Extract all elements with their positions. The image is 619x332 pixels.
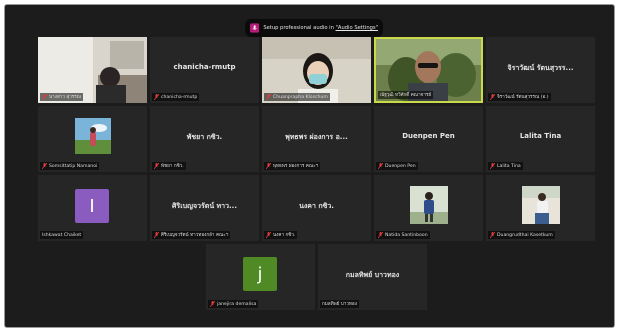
participant-name-label: Somsittatip Namanoi (40, 162, 100, 170)
participant-name-label: Ishkawat Chaiket (40, 231, 84, 239)
participant-tile[interactable]: j janejira demalisa (206, 244, 315, 310)
muted-mic-icon (378, 232, 383, 238)
participant-name-label: chanicha-rmutp (152, 93, 200, 101)
participant-tile[interactable]: Chuanprapha Kloschum (262, 37, 371, 103)
participant-name-label: janejira demalisa (208, 300, 259, 308)
microphone-muted-icon (250, 23, 260, 33)
audio-settings-banner[interactable]: Setup professional audio in "Audio Setti… (245, 19, 383, 37)
avatar-initial: I (75, 189, 109, 223)
profile-photo (410, 186, 448, 224)
muted-mic-icon (154, 163, 159, 169)
participant-tile[interactable]: นางสาว สุวรรณ (38, 37, 147, 103)
participant-tile[interactable]: พุทธพร ผ่องการ อ... พุทธพร ผ่องการ คณะฯ (262, 106, 371, 172)
muted-mic-icon (490, 94, 495, 100)
participant-name-label: Duenpen Pen (376, 162, 418, 170)
participant-name: chanicha-rmutp (173, 63, 236, 72)
muted-mic-icon (266, 94, 271, 100)
participant-name: พุทธพร ผ่องการ อ... (285, 133, 348, 142)
participant-name-label: Natida Santinboon (376, 231, 430, 239)
banner-text: Setup professional audio in "Audio Setti… (263, 25, 378, 31)
participant-name: จิราวัฒน์ รัตนสุวรร... (507, 64, 574, 73)
muted-mic-icon (42, 163, 47, 169)
audio-settings-link[interactable]: "Audio Settings" (336, 25, 378, 31)
participant-tile[interactable]: I Ishkawat Chaiket (38, 175, 147, 241)
avatar-initial: j (243, 257, 277, 291)
participant-name-label: Lalita Tina (488, 162, 523, 170)
participant-name: นงคา กซิว. (299, 202, 334, 211)
participant-name-label: Duangrudthai Kasetkum (488, 231, 555, 239)
muted-mic-icon (378, 163, 383, 169)
participant-tile[interactable]: จิราวัฒน์ รัตนสุวรร... จิราวัฒน์ รัตนสุว… (486, 37, 595, 103)
participant-name: กมลทิพย์ บาวทอง (345, 271, 400, 280)
participant-name-label: พุทธพร ผ่องการ คณะฯ (264, 162, 321, 170)
muted-mic-icon (490, 163, 495, 169)
participant-name: Duenpen Pen (402, 132, 455, 141)
muted-mic-icon (266, 163, 271, 169)
muted-mic-icon (42, 94, 47, 100)
active-speaker-tile[interactable]: ณัฐวุฒิ ทวีศักดิ์ คณาจารย์ (374, 37, 483, 103)
participant-name: Lalita Tina (519, 132, 562, 141)
participant-tile[interactable]: ศิริเบญจวรัตน์ ทาว... ศิริเบญจวรัตน์ ทาว… (150, 175, 259, 241)
participant-name-label: พัชยา กซิว. (152, 162, 186, 170)
muted-mic-icon (154, 94, 159, 100)
muted-mic-icon (210, 301, 215, 307)
participant-name-label: ศิริเบญจวรัตน์ ทาวทองกล้า คณะฯ (152, 231, 231, 239)
participant-tile[interactable]: Natida Santinboon (374, 175, 483, 241)
muted-mic-icon (266, 232, 271, 238)
participant-tile[interactable]: chanicha-rmutp chanicha-rmutp (150, 37, 259, 103)
participant-name-label: ณัฐวุฒิ ทวีศักดิ์ คณาจารย์ (378, 91, 434, 99)
participant-name-label: นงคา กซิว. (264, 231, 298, 239)
meeting-window: Setup professional audio in "Audio Setti… (4, 4, 615, 328)
participant-tile[interactable]: นงคา กซิว. นงคา กซิว. (262, 175, 371, 241)
participant-name: พัชยา กซิว. (186, 133, 223, 142)
participant-name: ศิริเบญจวรัตน์ ทาว... (171, 202, 238, 211)
participant-name-label: นางสาว สุวรรณ (40, 93, 83, 101)
participant-tile[interactable]: Duenpen Pen Duenpen Pen (374, 106, 483, 172)
participant-tile[interactable]: พัชยา กซิว. พัชยา กซิว. (150, 106, 259, 172)
participant-tile[interactable]: Duangrudthai Kasetkum (486, 175, 595, 241)
participant-name-label: จิราวัฒน์ รัตนสุวรรณ (อ.) (488, 93, 551, 101)
participant-tile[interactable]: Somsittatip Namanoi (38, 106, 147, 172)
participant-tile[interactable]: Lalita Tina Lalita Tina (486, 106, 595, 172)
muted-mic-icon (490, 232, 495, 238)
muted-mic-icon (154, 232, 159, 238)
participant-name-label: กมลทิพย์ บาวทอง (320, 300, 359, 308)
participant-name-label: Chuanprapha Kloschum (264, 93, 330, 101)
participant-tile[interactable]: กมลทิพย์ บาวทอง กมลทิพย์ บาวทอง (318, 244, 427, 310)
profile-photo (522, 186, 560, 224)
profile-photo (75, 118, 111, 154)
